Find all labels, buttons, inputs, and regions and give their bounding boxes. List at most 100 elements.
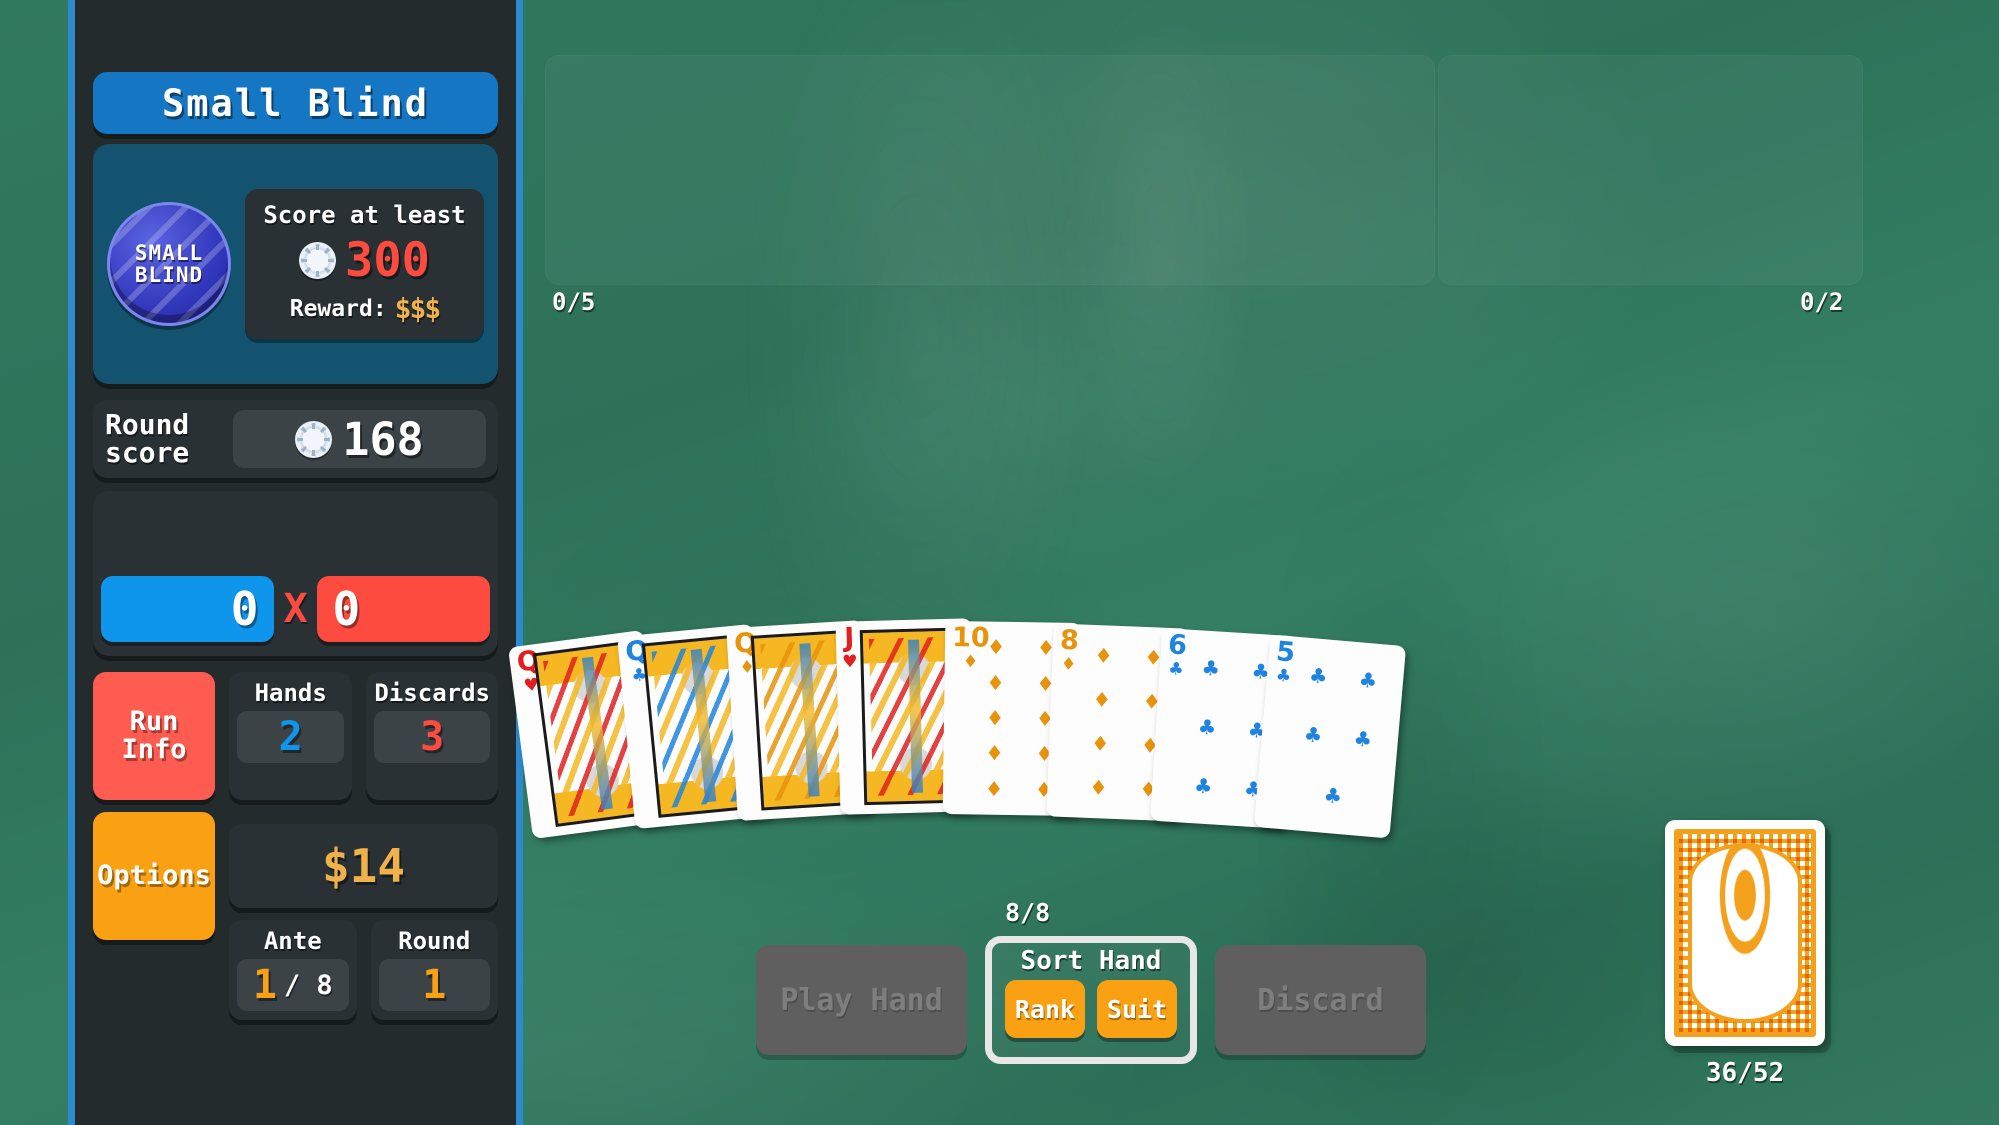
round-score-label: Round score — [105, 411, 233, 467]
card-pip: ♣ — [1324, 780, 1342, 812]
round-score-value: 168 — [342, 412, 424, 466]
blind-chip-line1: SMALL — [134, 240, 204, 265]
card-pip: ♦ — [1090, 773, 1107, 803]
discards-value-box: 3 — [374, 711, 490, 763]
sort-hand-title: Sort Hand — [1020, 946, 1162, 976]
sort-by-rank-button[interactable]: Rank — [1005, 980, 1085, 1038]
player-hand[interactable]: Q ♥ Q ♣ Q ♦ J ♥ 10 ♦ ♦ ♦ ♦ ♦ ♦ ♦ ♦ ♦ ♦ ♦ 8 ♦ ♦ ♦ ♦ ♦ ♦ ♦ ♦ ♦ 6 ♣ ♣ ♣ ♣ ♣ ♣ ♣ 5… — [507, 618, 1670, 910]
hands-stat: Hands 2 — [229, 672, 353, 800]
joker-slot-count: 0/5 — [552, 288, 596, 316]
deck-count: 36/52 — [1705, 1058, 1785, 1088]
round-stat: Round 1 — [370, 920, 498, 1020]
hands-value: 2 — [278, 714, 303, 760]
money-box: $14 — [229, 824, 498, 908]
blind-requirement: Score at least 300 Reward: $$$ — [245, 189, 484, 339]
sidebar-lower-grid: Run Info Hands 2 Discards 3 Options $14 … — [93, 672, 498, 1020]
chips-value: 0 — [230, 582, 259, 636]
card-rank: 8 — [1059, 624, 1080, 657]
card-pip-grid: ♣ ♣ ♣ ♣ ♣ — [1280, 645, 1395, 830]
chips-times-mult-row: 0 X 0 — [101, 576, 490, 642]
play-hand-label: Play Hand — [780, 982, 943, 1018]
blind-chip-line2: BLIND — [134, 263, 204, 287]
card-pip: ♦ — [1093, 684, 1110, 715]
card-rank: 5 — [1274, 636, 1297, 669]
sort-suit-label: Suit — [1106, 994, 1168, 1024]
card-pip: ♦ — [987, 703, 1003, 733]
ante-max: / 8 — [283, 969, 333, 1001]
card-pip: ♣ — [1194, 771, 1212, 802]
card-pip: ♦ — [986, 774, 1002, 804]
round-score-panel: Round score 168 — [93, 400, 498, 478]
joker-slot-area[interactable] — [545, 55, 1435, 285]
mult-box: 0 — [316, 576, 490, 642]
sidebar: Small Blind SMALL BLIND Score at least 3… — [68, 0, 523, 1125]
multiply-symbol: X — [283, 586, 308, 632]
card-pip: ♣ — [1202, 653, 1220, 684]
card-pip: ♣ — [1309, 661, 1327, 692]
discard-button[interactable]: Discard — [1215, 945, 1426, 1055]
discards-value: 3 — [420, 714, 445, 760]
card-pip: ♦ — [1092, 729, 1109, 759]
card-pip: ♣ — [1198, 712, 1216, 743]
round-score-label-line1: Round — [105, 408, 190, 441]
game-screen: 0/5 0/2 Small Blind SMALL BLIND Score at… — [0, 0, 1999, 1125]
requirement-value: 300 — [345, 233, 430, 288]
sort-by-suit-button[interactable]: Suit — [1097, 980, 1177, 1038]
ante-value-box: 1 / 8 — [237, 959, 349, 1011]
money-value: $14 — [321, 839, 406, 893]
draw-deck[interactable] — [1665, 820, 1825, 1046]
score-at-least-label: Score at least — [263, 201, 466, 229]
scoring-panel: 0 X 0 — [93, 491, 498, 656]
card-pip: ♦ — [988, 632, 1004, 663]
reward-row: Reward: $$$ — [255, 292, 474, 325]
options-button[interactable]: Options — [93, 812, 215, 940]
reward-label: Reward: — [289, 295, 387, 322]
blind-info-panel: SMALL BLIND Score at least 300 Reward: $… — [93, 144, 498, 384]
card-suit-icon: ♦ — [1061, 651, 1076, 676]
ante-label: Ante — [263, 927, 322, 955]
reward-value: $$$ — [394, 292, 442, 325]
card-pip: ♦ — [986, 739, 1003, 769]
card-corner-index: J ♥ — [843, 622, 857, 674]
chip-icon — [295, 420, 333, 458]
run-info-button[interactable]: Run Info — [93, 672, 215, 800]
card-suit-icon: ♣ — [1276, 662, 1291, 688]
round-score-value-box: 168 — [233, 410, 486, 468]
playing-card[interactable]: 5 ♣ ♣ ♣ ♣ ♣ ♣ — [1253, 634, 1407, 839]
consumable-slot-count: 0/2 — [1800, 288, 1844, 316]
card-back-pattern — [1674, 829, 1816, 1037]
ante-stat: Ante 1 / 8 — [229, 920, 357, 1020]
play-hand-button[interactable]: Play Hand — [756, 945, 967, 1055]
round-value: 1 — [422, 962, 447, 1008]
round-label: Round — [398, 927, 471, 955]
chips-box: 0 — [101, 576, 275, 642]
chip-icon — [299, 242, 337, 279]
hands-label: Hands — [254, 679, 327, 707]
sort-rank-label: Rank — [1014, 994, 1076, 1024]
card-rank: J — [843, 622, 855, 654]
requirement-score-row: 300 — [255, 233, 474, 288]
round-score-label-line2: score — [105, 436, 190, 469]
card-suit-icon: ♣ — [1168, 656, 1184, 681]
card-corner-index: 8 ♦ — [1059, 624, 1080, 676]
sort-hand-group: Sort Hand Rank Suit — [985, 936, 1197, 1064]
card-pip: ♦ — [987, 668, 1004, 698]
hand-card-count: 8/8 — [1005, 898, 1051, 927]
run-info-label-line2: Info — [121, 734, 187, 765]
money-ante-round-column: $14 Ante 1 / 8 Round 1 — [229, 812, 498, 1020]
card-suit-icon: ♥ — [843, 648, 857, 674]
hands-discards-row: Hands 2 Discards 3 — [229, 672, 498, 800]
options-label: Options — [97, 859, 211, 891]
ante-value: 1 — [252, 962, 277, 1008]
round-value-box: 1 — [378, 959, 490, 1011]
card-pip: ♣ — [1354, 724, 1372, 755]
sort-buttons: Rank Suit — [1005, 980, 1177, 1038]
action-bar: Play Hand Sort Hand Rank Suit Discard — [756, 930, 1426, 1070]
discards-label: Discards — [374, 679, 490, 707]
small-blind-chip-icon: SMALL BLIND — [107, 202, 231, 326]
card-pip: ♣ — [1304, 719, 1322, 751]
discard-label: Discard — [1257, 982, 1384, 1018]
consumable-slot-area[interactable] — [1438, 55, 1863, 285]
hands-value-box: 2 — [237, 711, 345, 763]
card-pip: ♦ — [1095, 640, 1112, 671]
